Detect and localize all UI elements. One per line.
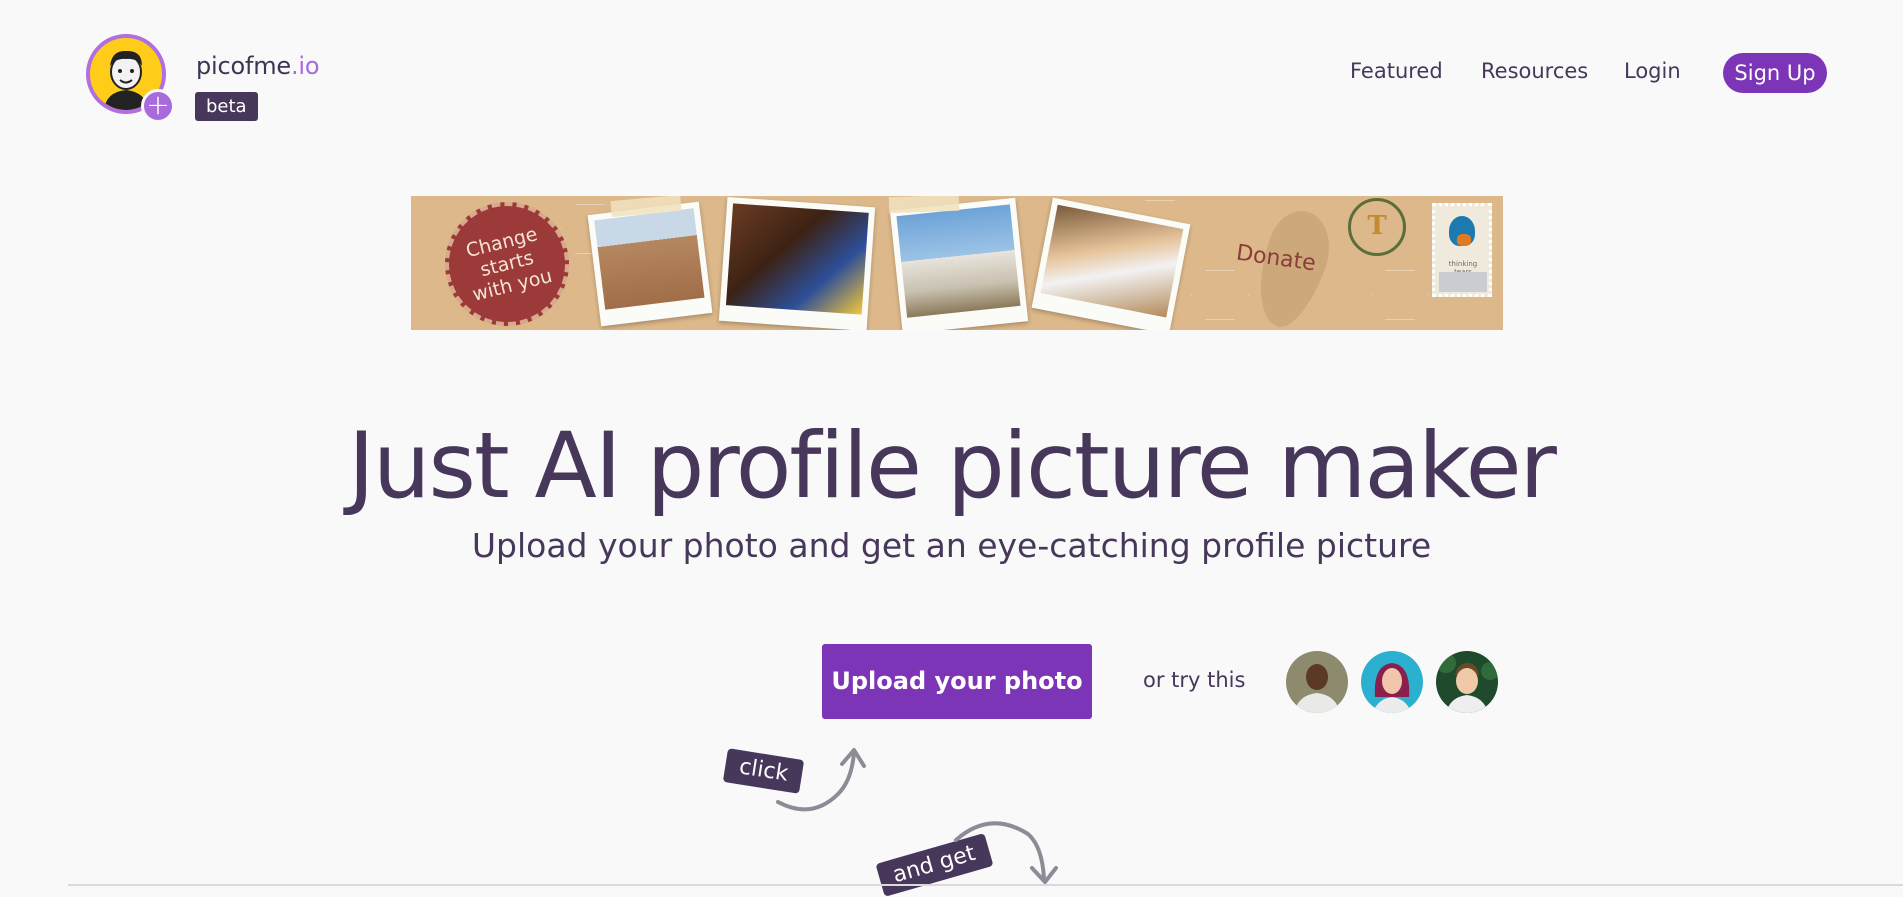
sample-photo-man[interactable] [1286,651,1348,713]
upload-photo-button[interactable]: Upload your photo [822,644,1092,719]
hex-decoration [1191,270,1249,320]
or-try-label: or try this [1143,668,1246,692]
arrow-down-icon [954,821,1058,884]
woman-avatar-icon [1361,651,1423,713]
photo-construction [587,201,713,327]
sample-photo-young-man[interactable] [1436,651,1498,713]
nav-featured[interactable]: Featured [1350,59,1443,83]
donation-banner[interactable]: Change starts with you Donate T thinking… [411,196,1503,330]
arrow-up-icon [776,748,866,812]
postage-image [1439,272,1487,292]
signup-button[interactable]: Sign Up [1723,53,1827,93]
sample-photo-woman[interactable] [1361,651,1423,713]
man-avatar-icon [1286,651,1348,713]
tape-decoration [888,196,960,214]
kingfisher-icon [1449,216,1475,246]
page-subtitle: Upload your photo and get an eye-catchin… [471,526,1432,565]
hex-decoration [1371,270,1429,320]
change-stamp: Change starts with you [431,196,583,330]
photo-school [889,197,1029,330]
brand-name[interactable]: picofme.io [196,52,320,80]
postage-stamp: thinking tears [1432,203,1492,297]
nav-resources[interactable]: Resources [1481,59,1588,83]
plus-icon: + [141,89,175,123]
page-title: Just AI profile picture maker [348,414,1557,519]
beta-badge: beta [195,92,258,121]
photo-children [718,196,876,330]
seal-icon: T [1348,198,1406,256]
nav-login[interactable]: Login [1624,59,1681,83]
young-man-avatar-icon [1436,651,1498,713]
